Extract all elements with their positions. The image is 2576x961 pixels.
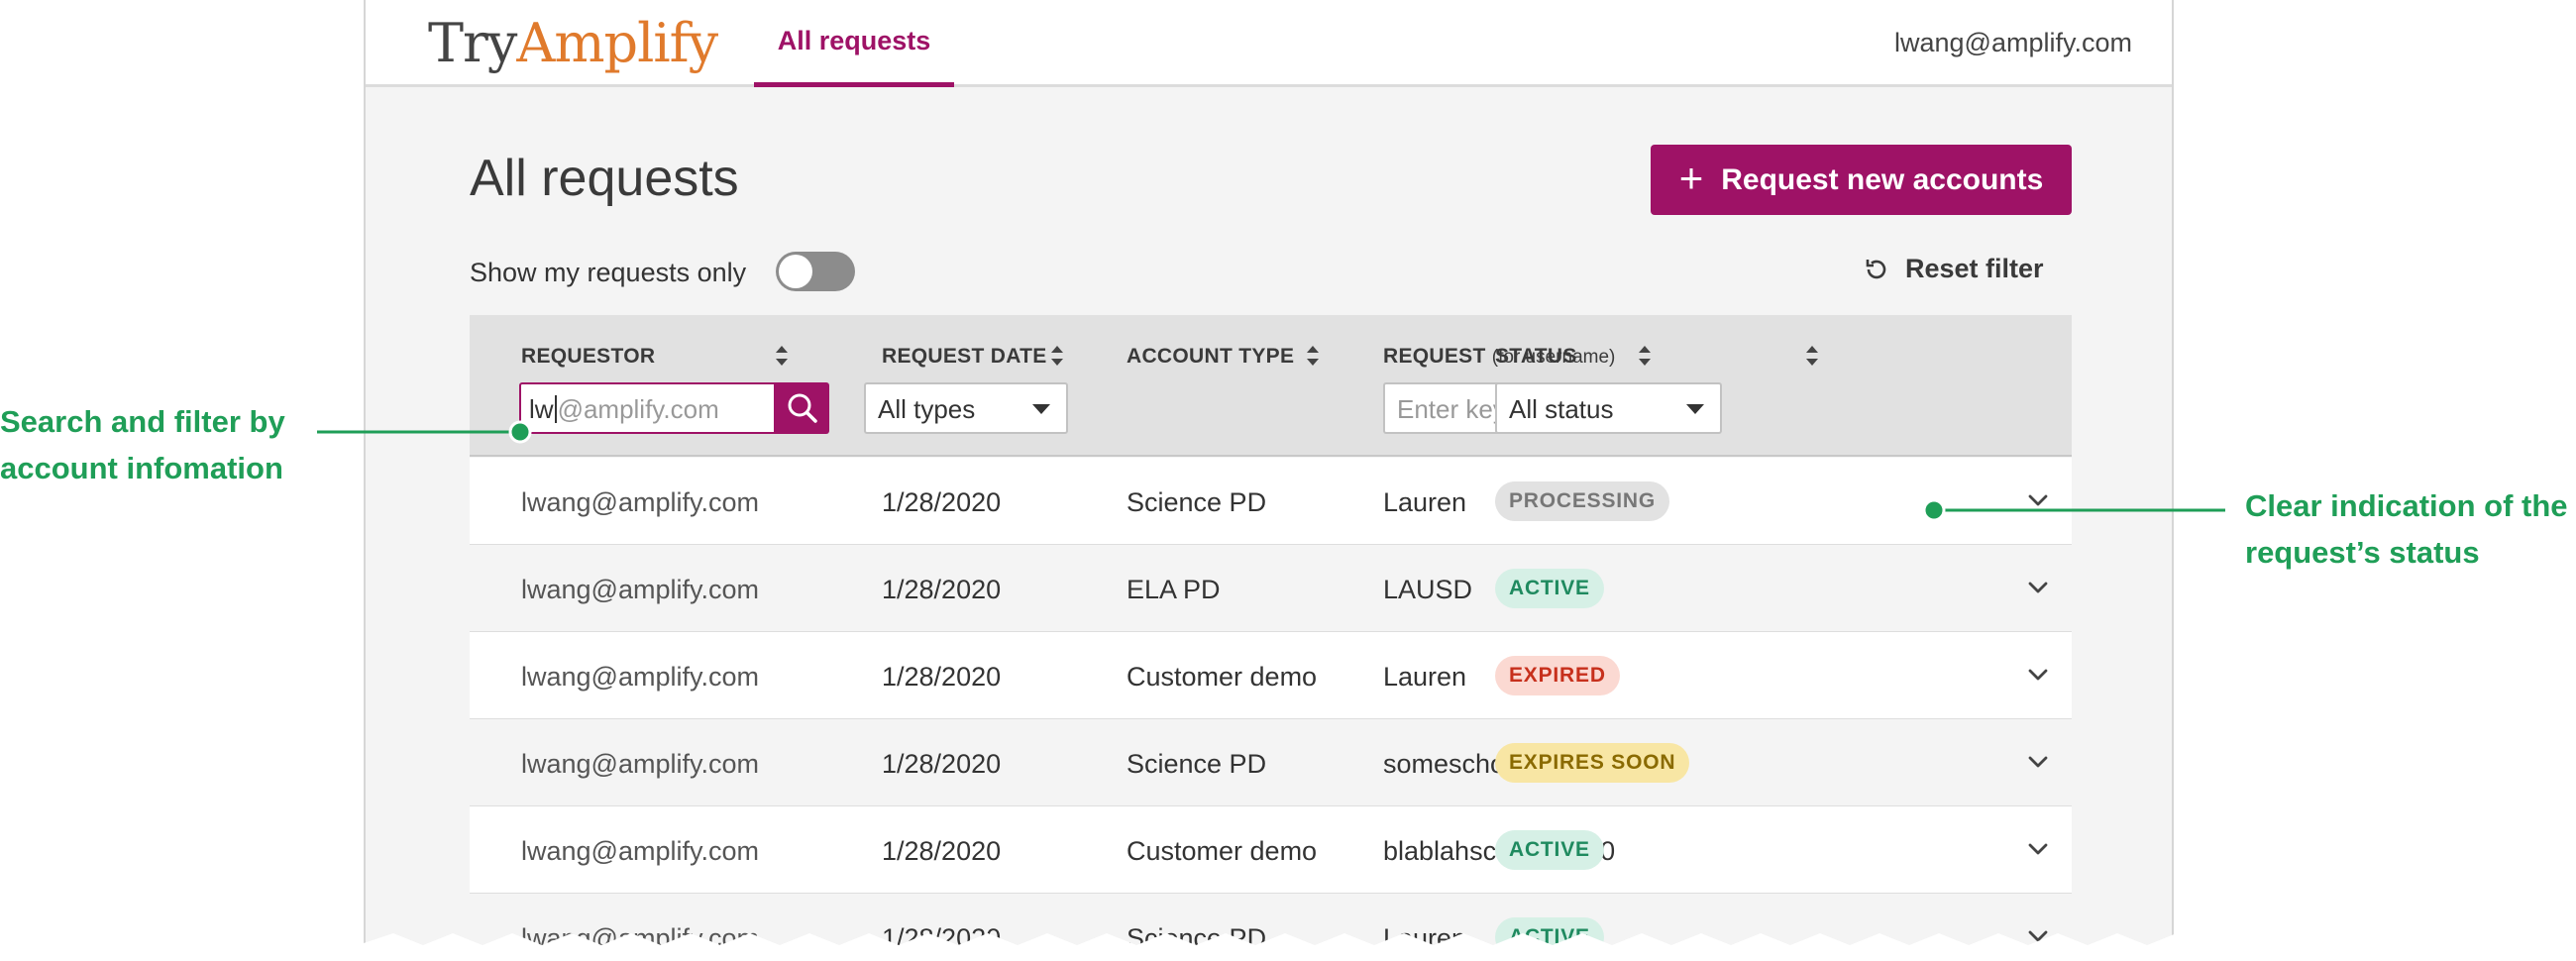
page-title: All requests xyxy=(470,150,739,207)
status-badge: EXPIRES SOON xyxy=(1495,743,1690,783)
chevron-down-icon[interactable] xyxy=(2025,749,2051,775)
sort-icon[interactable] xyxy=(1305,343,1321,369)
reset-icon xyxy=(1866,259,1886,278)
status-badge: ACTIVE xyxy=(1495,569,1604,608)
text-caret xyxy=(554,395,557,423)
request-new-accounts-button[interactable]: + Request new accounts xyxy=(1651,145,2072,215)
account-type-select[interactable]: All types xyxy=(864,382,1068,434)
requestor-cell: lwang@amplify.com xyxy=(521,836,759,866)
table-header: REQUESTOR REQUEST DATE ACCOUNT TYPE REQU… xyxy=(470,315,2072,457)
column-status: STATUS xyxy=(1495,345,1577,368)
table-row[interactable]: lwang@amplify.com1/28/2020Customer demob… xyxy=(470,806,2072,894)
toggle-knob xyxy=(779,255,812,288)
requestor-cell: lwang@amplify.com xyxy=(521,749,759,779)
status-badge: ACTIVE xyxy=(1495,830,1604,870)
logo-amplify: Amplify xyxy=(516,12,718,74)
account-type-value: All types xyxy=(878,394,976,424)
tab-all-requests[interactable]: All requests xyxy=(754,0,954,87)
chevron-down-icon[interactable] xyxy=(2025,487,2051,513)
column-request-date: REQUEST DATE xyxy=(882,345,1047,368)
sort-icon[interactable] xyxy=(1637,343,1653,369)
requestor-search-typed: lw xyxy=(529,394,554,424)
dropdown-triangle-icon xyxy=(1032,404,1050,414)
requestor-cell: lwang@amplify.com xyxy=(521,487,759,517)
account-type-cell: Customer demo xyxy=(1127,836,1318,866)
chevron-down-icon[interactable] xyxy=(2025,836,2051,862)
request-date-cell: 1/28/2020 xyxy=(882,836,1002,866)
chevron-down-icon[interactable] xyxy=(2025,575,2051,600)
account-type-cell: Customer demo xyxy=(1127,662,1318,692)
annotation-status: Clear indication of the request’s status xyxy=(2245,482,2568,576)
annotation-left-line2: account infomation xyxy=(0,451,283,485)
request-new-accounts-label: Request new accounts xyxy=(1721,162,2044,196)
sort-icon[interactable] xyxy=(1049,343,1065,369)
table-row[interactable]: lwang@amplify.com 1/28/2020 ELA PD LAUSD ACT… xyxy=(470,545,2072,632)
top-bar: TryAmplify All requests lwang@amplify.co… xyxy=(366,0,2172,87)
request-date-cell: 1/28/2020 xyxy=(882,575,1002,604)
logo-try: Try xyxy=(428,12,517,74)
annotation-left-line1: Search and filter by xyxy=(0,404,285,439)
status-badge: EXPIRED xyxy=(1495,656,1620,695)
column-account-type: ACCOUNT TYPE xyxy=(1127,345,1295,368)
column-requestor: REQUESTOR xyxy=(521,345,656,368)
column-request-label: REQUEST xyxy=(1383,345,1486,368)
reset-filter-label: Reset filter xyxy=(1905,254,2044,283)
requestor-cell: lwang@amplify.com xyxy=(521,662,759,692)
chevron-down-icon[interactable] xyxy=(2025,662,2051,688)
account-type-cell: ELA PD xyxy=(1127,575,1221,604)
request-date-cell: 1/28/2020 xyxy=(882,487,1002,517)
request-cell: LAUSD xyxy=(1383,575,1473,604)
status-select-value: All status xyxy=(1509,394,1614,424)
show-my-requests-label: Show my requests only xyxy=(470,258,747,287)
sort-icon[interactable] xyxy=(1804,343,1820,369)
sort-icon[interactable] xyxy=(774,343,790,369)
table-row[interactable]: lwang@amplify.com 1/28/2020 Customer demo L… xyxy=(470,632,2072,719)
dropdown-triangle-icon xyxy=(1686,404,1704,414)
table-row[interactable]: lwang@amplify.com 1/28/2020 Science PD Laur… xyxy=(470,458,2072,545)
search-icon xyxy=(788,393,817,423)
account-type-cell: Science PD xyxy=(1127,749,1267,779)
table-row[interactable]: lwang@amplify.com 1/28/2020 Science PD some… xyxy=(470,719,2072,806)
request-date-cell: 1/28/2020 xyxy=(882,662,1002,692)
request-cell: Lauren xyxy=(1383,487,1467,517)
logo[interactable]: TryAmplify xyxy=(428,12,718,74)
status-badge: PROCESSING xyxy=(1495,481,1670,521)
torn-edge xyxy=(364,933,2178,961)
show-my-requests-toggle[interactable] xyxy=(776,252,855,291)
plus-icon: + xyxy=(1678,154,1704,201)
request-date-cell: 1/28/2020 xyxy=(882,749,1002,779)
annotation-search-filter: Search and filter by account infomation xyxy=(0,398,285,491)
status-select[interactable]: All status xyxy=(1495,382,1722,434)
requestor-search-button[interactable] xyxy=(776,382,829,434)
user-email[interactable]: lwang@amplify.com xyxy=(1894,28,2132,58)
reset-filter-button[interactable]: Reset filter xyxy=(1862,254,2044,284)
request-cell: Lauren xyxy=(1383,662,1467,692)
requestor-search-suggestion: @amplify.com xyxy=(557,394,719,424)
annotation-right-line1: Clear indication of the xyxy=(2245,488,2568,523)
requestor-search-input[interactable]: lw @amplify.com xyxy=(519,382,776,434)
annotation-right-line2: request’s status xyxy=(2245,535,2480,570)
account-type-cell: Science PD xyxy=(1127,487,1267,517)
requestor-cell: lwang@amplify.com xyxy=(521,575,759,604)
app-window: TryAmplify All requests lwang@amplify.co… xyxy=(364,0,2174,961)
